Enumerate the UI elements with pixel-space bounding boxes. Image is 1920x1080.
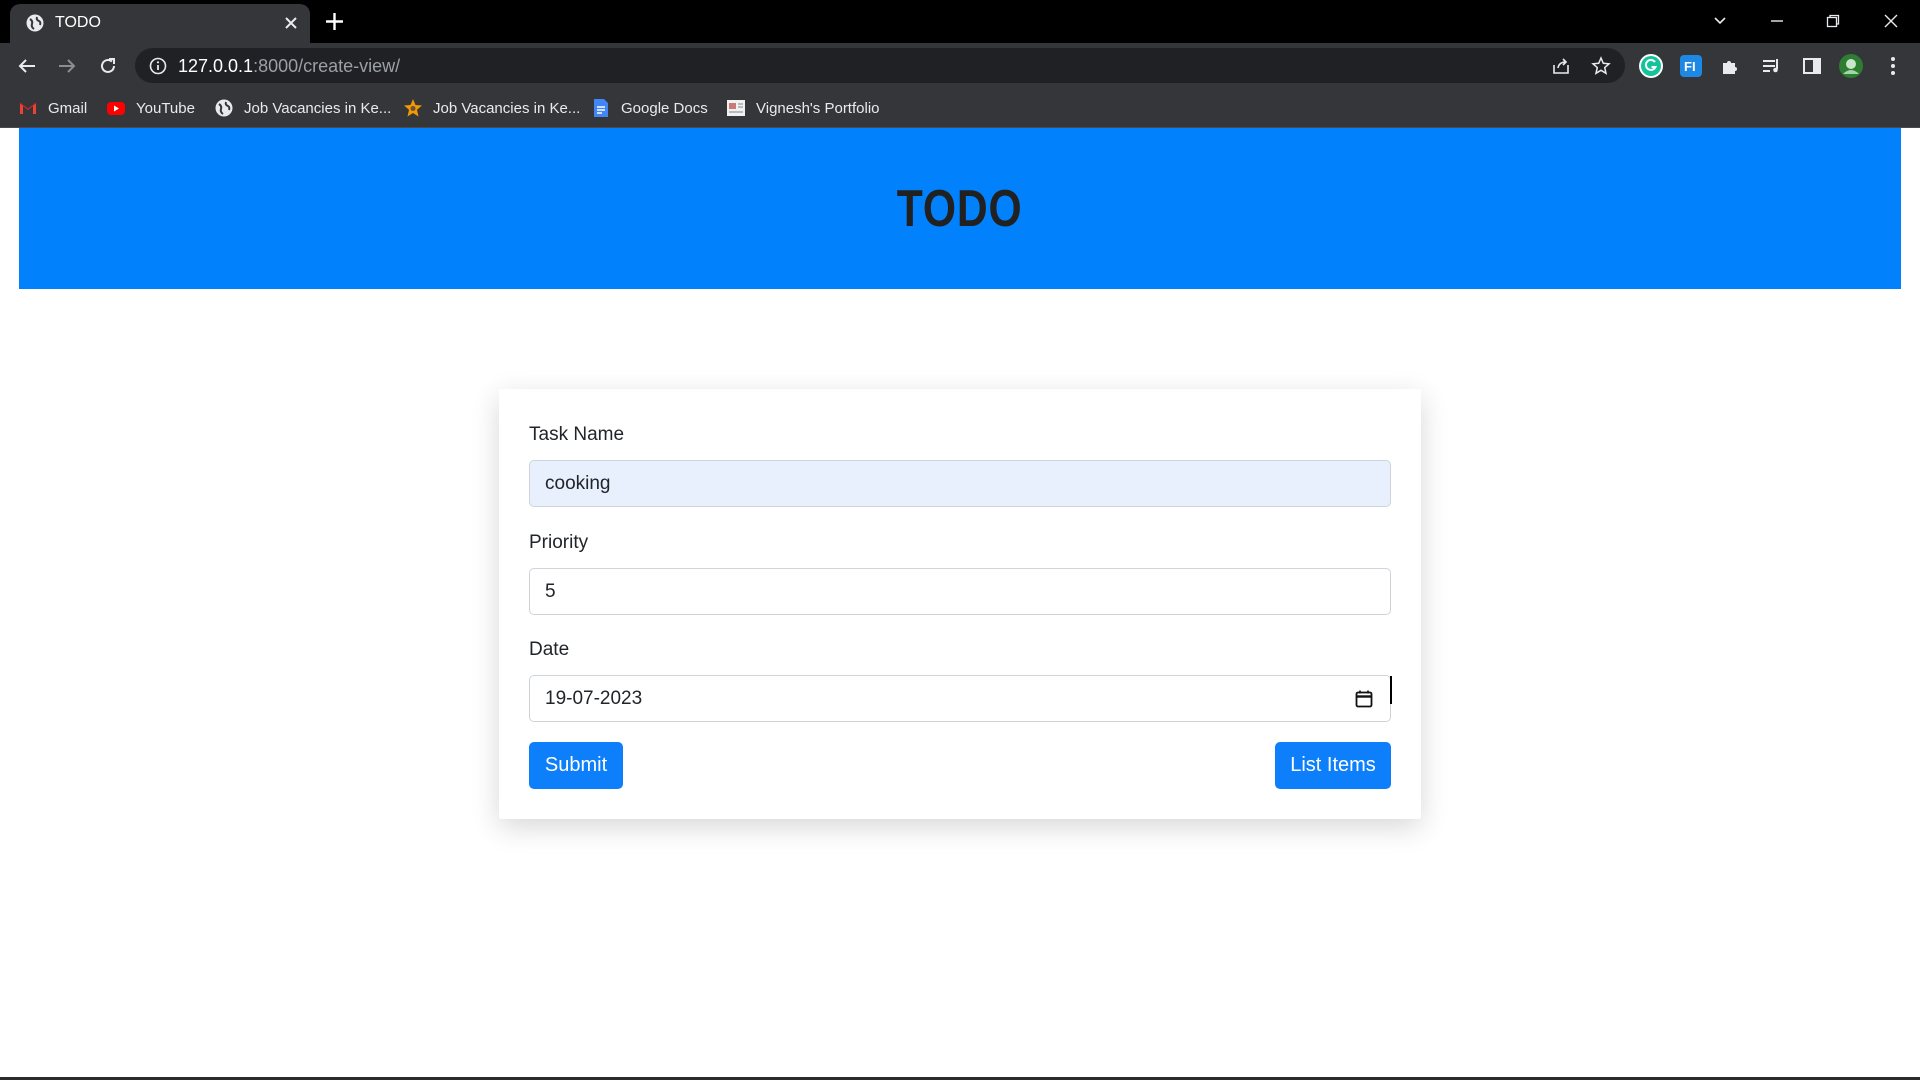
youtube-icon — [107, 102, 125, 115]
task-name-input[interactable]: cooking — [529, 460, 1391, 507]
close-window-icon[interactable] — [1873, 6, 1909, 36]
restore-icon[interactable] — [1815, 6, 1851, 36]
profile-avatar-icon[interactable] — [1838, 53, 1864, 79]
grammarly-icon[interactable] — [1638, 53, 1664, 79]
calendar-icon[interactable] — [1354, 689, 1374, 709]
browser-tab[interactable]: TODO — [10, 4, 310, 43]
bookmark-job-vacancies-2[interactable]: Job Vacancies in Ke... — [403, 96, 580, 120]
portfolio-icon — [727, 100, 745, 116]
bookmark-label: YouTube — [136, 99, 195, 117]
share-icon[interactable] — [1550, 55, 1572, 77]
date-input[interactable]: 19-07-2023 — [529, 675, 1392, 722]
bookmarks-bar: Gmail YouTube Job Vacancies in Ke... Job… — [0, 88, 1920, 128]
task-name-value: cooking — [545, 472, 611, 494]
tab-strip: TODO — [0, 0, 1920, 43]
arrow-right-icon — [59, 59, 76, 73]
docs-icon — [594, 99, 608, 117]
bookmark-label: Gmail — [48, 99, 88, 117]
tab-search-icon[interactable] — [1702, 6, 1738, 36]
back-button[interactable] — [12, 51, 42, 81]
reload-icon — [101, 58, 115, 73]
date-value: 19-07-2023 — [545, 687, 643, 709]
bookmark-label: Vignesh's Portfolio — [756, 99, 880, 117]
text-cursor — [1390, 676, 1392, 704]
tab-title: TODO — [55, 14, 101, 31]
bookmark-label: Job Vacancies in Ke... — [433, 99, 581, 117]
gmail-icon — [19, 102, 37, 114]
bookmark-gmail[interactable]: Gmail — [18, 96, 87, 120]
url-path: :8000/create-view/ — [253, 56, 401, 76]
bookmark-job-vacancies-1[interactable]: Job Vacancies in Ke... — [214, 96, 391, 120]
media-queue-icon[interactable] — [1758, 53, 1784, 79]
create-task-form: Task Name cooking Priority 5 Date 19-07-… — [499, 389, 1421, 819]
svg-text:FI: FI — [1684, 59, 1696, 74]
minimize-icon[interactable] — [1759, 6, 1795, 36]
bookmark-label: Google Docs — [621, 99, 708, 117]
page-title: TODO — [897, 179, 1023, 238]
submit-button[interactable]: Submit — [529, 742, 623, 789]
list-items-button[interactable]: List Items — [1275, 742, 1391, 789]
priority-value: 5 — [545, 580, 556, 602]
bookmark-youtube[interactable]: YouTube — [106, 96, 195, 120]
task-name-label: Task Name — [529, 424, 625, 445]
bookmark-google-docs[interactable]: Google Docs — [591, 96, 708, 120]
address-bar[interactable]: 127.0.0.1:8000/create-view/ — [135, 48, 1625, 83]
bookmark-star-icon[interactable] — [1590, 55, 1612, 77]
forward-button[interactable] — [52, 51, 82, 81]
globe-icon — [26, 14, 44, 32]
reload-button[interactable] — [93, 51, 123, 81]
header-banner: TODO — [19, 128, 1901, 289]
globe-icon — [215, 99, 233, 117]
bookmark-vignesh-portfolio[interactable]: Vignesh's Portfolio — [726, 96, 880, 120]
browser-toolbar: 127.0.0.1:8000/create-view/ FI — [0, 43, 1920, 88]
menu-dots-icon[interactable] — [1880, 53, 1906, 79]
arrow-left-icon — [18, 59, 35, 73]
close-tab-icon[interactable] — [280, 12, 302, 34]
date-label: Date — [529, 639, 570, 660]
info-icon[interactable] — [147, 55, 169, 77]
url-text: 127.0.0.1:8000/create-view/ — [178, 56, 400, 77]
priority-label: Priority — [529, 532, 589, 553]
new-tab-icon[interactable] — [322, 9, 347, 34]
page-content: TODO Task Name cooking Priority 5 Date 1… — [0, 128, 1920, 1080]
side-panel-icon[interactable] — [1799, 53, 1825, 79]
star-logo-icon — [404, 99, 422, 117]
priority-input[interactable]: 5 — [529, 568, 1391, 615]
url-host: 127.0.0.1 — [178, 56, 254, 76]
puzzle-icon[interactable] — [1718, 53, 1744, 79]
extension-fi-icon[interactable]: FI — [1678, 53, 1704, 79]
bookmark-label: Job Vacancies in Ke... — [244, 99, 392, 117]
